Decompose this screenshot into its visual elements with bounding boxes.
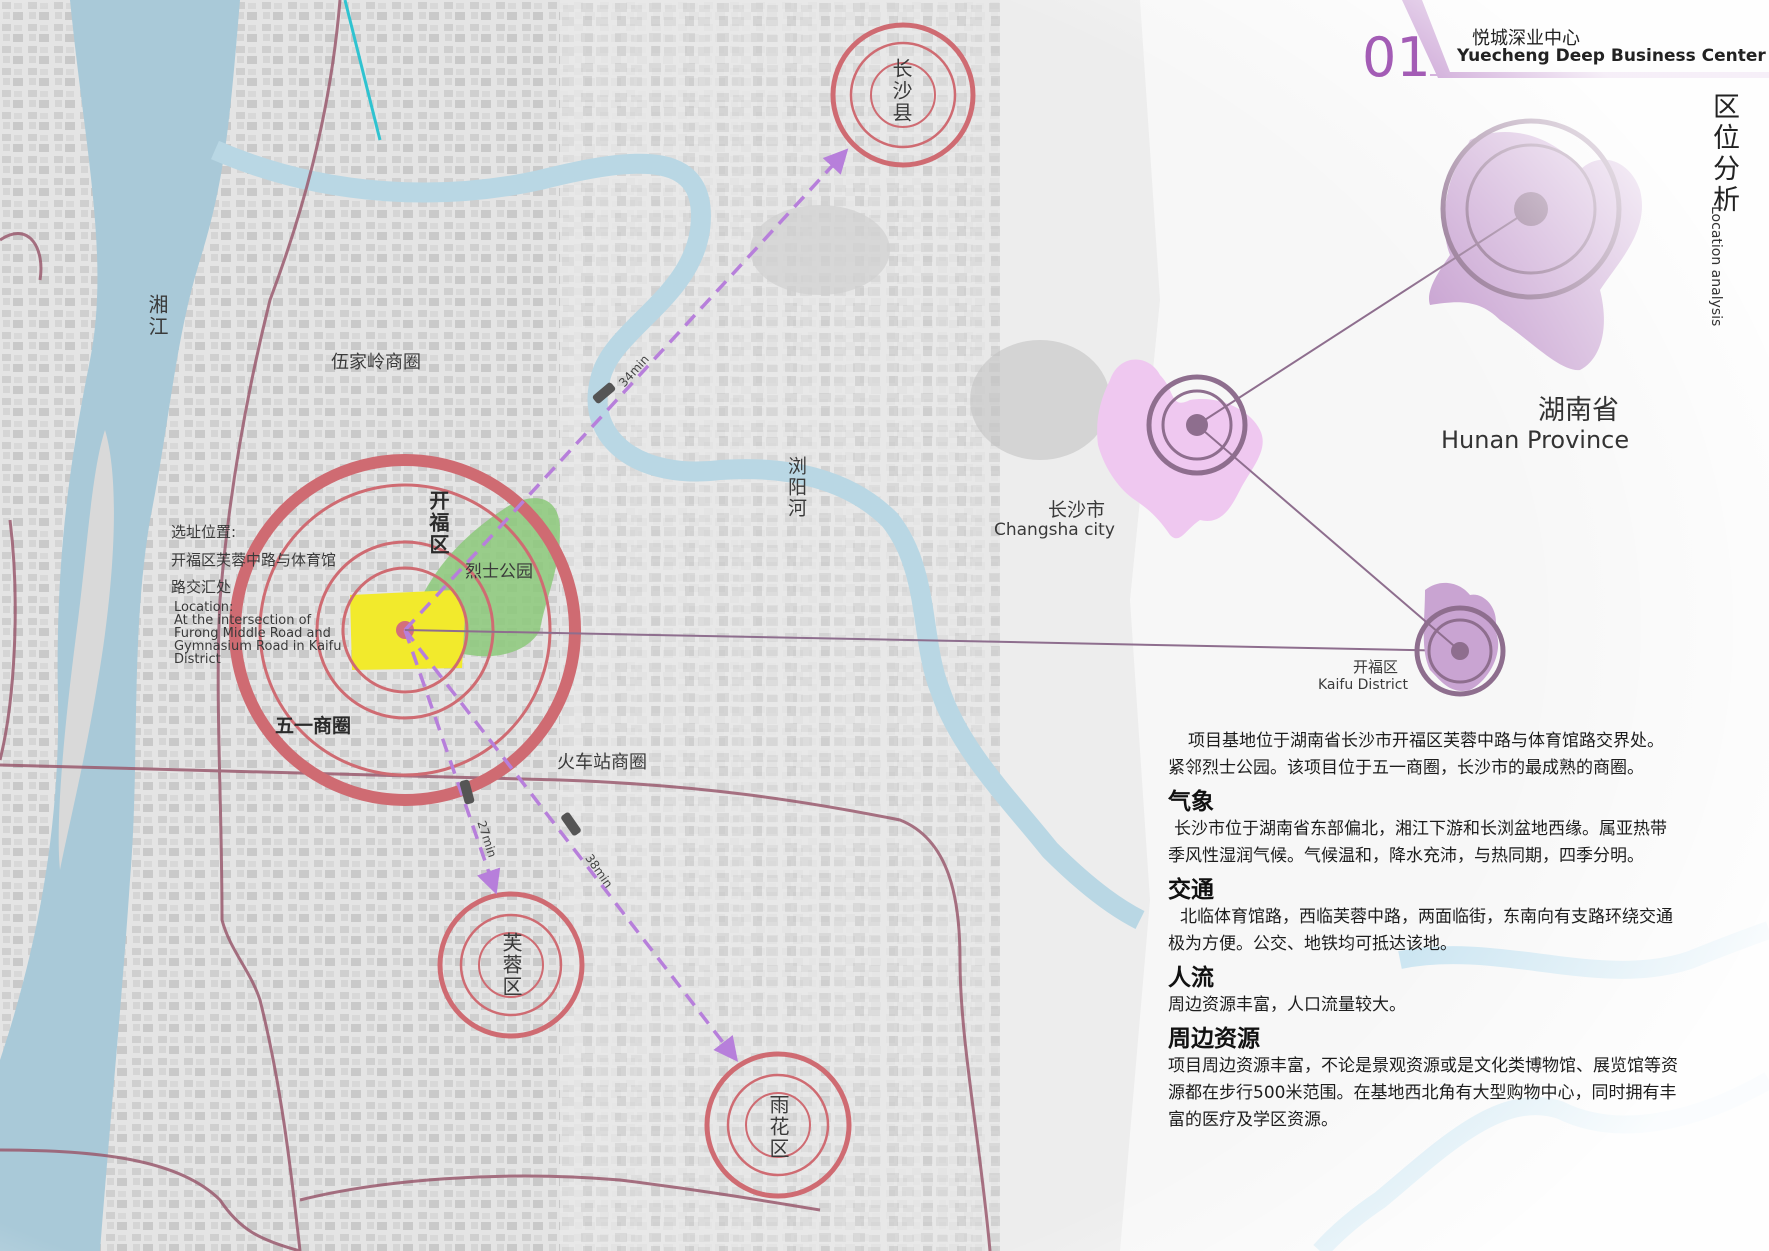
city-label-en: Changsha city bbox=[994, 520, 1115, 540]
wujialing-label: 伍家岭商圈 bbox=[331, 352, 421, 373]
section-title-en: Location analysis bbox=[1708, 206, 1724, 327]
section-title-cn: 区位分析 bbox=[1708, 92, 1739, 216]
city-label-cn: 长沙市 bbox=[1048, 499, 1106, 521]
section-text-climate: 长沙市位于湖南省东部偏北，湘江下游和长浏盆地西缘。属亚热带季风性湿润气候。气候温… bbox=[1168, 819, 1667, 866]
page-number: 01 bbox=[1362, 26, 1431, 89]
section-text-resources: 项目周边资源丰富，不论是景观资源或是文化类博物馆、展览馆等资源都在步行500米范… bbox=[1168, 1056, 1678, 1130]
section-heading-people-flow: 人流 bbox=[1168, 965, 1214, 991]
province-label-cn: 湖南省 bbox=[1538, 395, 1619, 426]
project-title-en: Yuecheng Deep Business Center bbox=[1457, 46, 1766, 66]
province-label-en: Hunan Province bbox=[1441, 426, 1630, 454]
train-station-label: 火车站商圈 bbox=[557, 752, 647, 773]
section-heading-climate: 气象 bbox=[1168, 789, 1214, 815]
changsha-county-label: 长沙县 bbox=[889, 58, 913, 124]
furong-label: 芙蓉区 bbox=[499, 932, 523, 998]
wuyi-label: 五一商圈 bbox=[275, 715, 352, 737]
section-text-traffic: 北临体育馆路，西临芙蓉中路，两面临街，东南向有支路环绕交通极为方便。公交、地铁均… bbox=[1168, 907, 1673, 954]
xiangjiang-label: 湘江 bbox=[145, 294, 169, 338]
martyrs-park-label: 烈士公园 bbox=[465, 562, 533, 582]
intro-paragraph: 项目基地位于湖南省长沙市开福区芙蓉中路与体育馆路交界处。紧邻烈士公园。该项目位于… bbox=[1168, 731, 1664, 778]
district-label-en: Kaifu District bbox=[1318, 677, 1408, 693]
site-en-line4: District bbox=[174, 652, 221, 667]
yuhua-label: 雨花区 bbox=[766, 1094, 790, 1160]
district-label-cn: 开福区 bbox=[1353, 658, 1399, 676]
section-text-people-flow: 周边资源丰富，人口流量较大。 bbox=[1168, 995, 1406, 1015]
description-panel: 项目基地位于湖南省长沙市开福区芙蓉中路与体育馆路交界处。紧邻烈士公园。该项目位于… bbox=[1168, 728, 1678, 1140]
site-cn-title: 选址位置: bbox=[171, 523, 237, 541]
liuyanghe-label: 浏阳河 bbox=[785, 456, 807, 519]
site-cn-line2: 路交汇处 bbox=[171, 578, 232, 596]
kaifu-label: 开福区 bbox=[426, 490, 450, 556]
site-cn-line1: 开福区芙蓉中路与体育馆 bbox=[171, 551, 337, 569]
section-heading-resources: 周边资源 bbox=[1168, 1026, 1260, 1052]
section-heading-traffic: 交通 bbox=[1168, 877, 1214, 903]
